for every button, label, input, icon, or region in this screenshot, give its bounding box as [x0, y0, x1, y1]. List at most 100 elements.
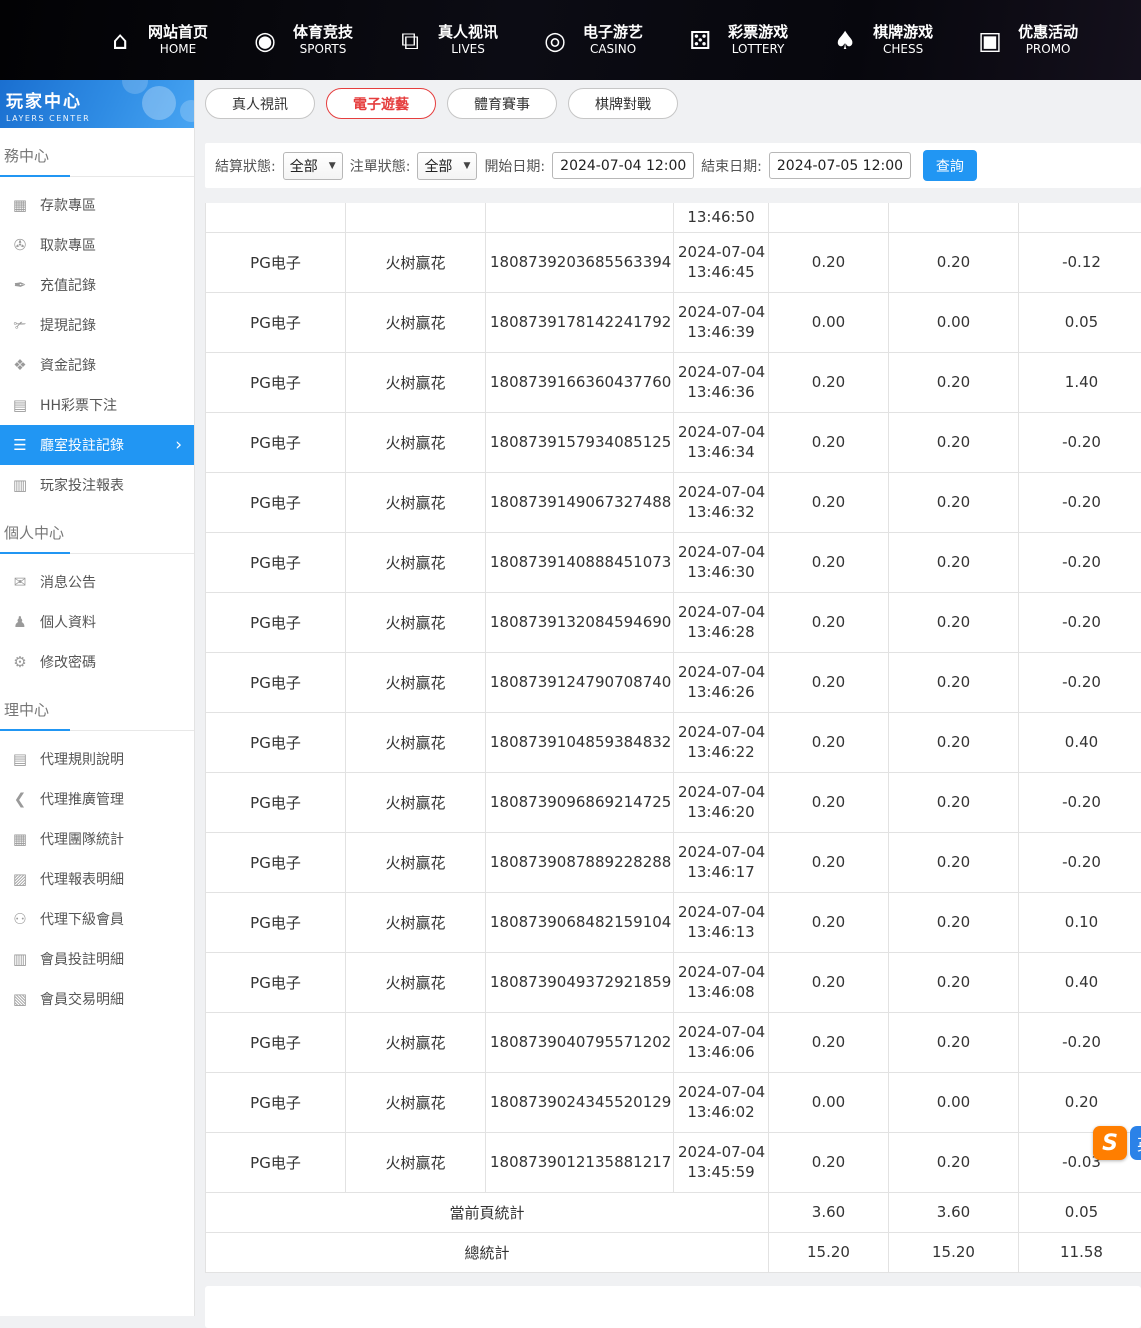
time-clock: 13:46:32 [678, 502, 764, 522]
nav-label: 网站首页 HOME [148, 25, 208, 55]
game-type-tab[interactable]: 棋牌對戰 [568, 88, 678, 119]
game-type-tab[interactable]: 電子遊藝 [326, 88, 436, 119]
table-row: PG电子 火树赢花 1808739012135881217 2024-07-04… [206, 1132, 1141, 1192]
platform-cell: PG电子 [206, 532, 346, 592]
sidebar-item-label: 提現記錄 [40, 315, 96, 335]
nav-item[interactable]: ⌂ 网站首页 HOME [84, 0, 229, 80]
time-cell: 2024-07-04 13:46:06 [674, 1012, 769, 1072]
time-date: 2024-07-04 [678, 602, 764, 622]
valid-bet-cell: 0.20 [889, 712, 1019, 772]
win-loss-cell: -0.20 [1019, 832, 1141, 892]
bet-amount-cell: 0.20 [769, 652, 889, 712]
page-total-label: 當前頁統計 [206, 1192, 769, 1232]
sidebar-item[interactable]: ✃ 提現記錄 › [0, 305, 194, 345]
sidebar-item-label: 會員交易明細 [40, 989, 124, 1009]
sidebar-item[interactable]: ❮ 代理推廣管理 › [0, 779, 194, 819]
grand-total-win: 11.58 [1019, 1232, 1141, 1272]
order-no-cell: 1808739087889228288 [486, 832, 674, 892]
platform-cell: PG电子 [206, 592, 346, 652]
member-transaction-icon: ▧ [10, 992, 30, 1007]
sidebar-item[interactable]: ▦ 存款專區 › [0, 185, 194, 225]
time-clock: 13:46:08 [678, 982, 764, 1002]
time-cell: 2024-07-04 13:45:59 [674, 1132, 769, 1192]
time-clock: 13:46:20 [678, 802, 764, 822]
search-button[interactable]: 查詢 [923, 150, 977, 181]
sidebar-item[interactable]: ▧ 會員交易明細 › [0, 979, 194, 1019]
nav-label-en: LIVES [451, 43, 485, 55]
bet-amount-cell: 0.20 [769, 532, 889, 592]
platform-cell: PG电子 [206, 892, 346, 952]
ime-language-toggle[interactable]: 英 [1130, 1126, 1141, 1160]
order-no-cell: 1808739149067327488 [486, 472, 674, 532]
platform-cell: PG电子 [206, 352, 346, 412]
time-date: 2024-07-04 [678, 482, 764, 502]
time-date: 2024-07-04 [678, 662, 764, 682]
order-status-select[interactable]: 全部 ▼ [417, 152, 477, 180]
time-cell: 2024-07-04 13:46:02 [674, 1072, 769, 1132]
order-no-cell: 1808739104859384832 [486, 712, 674, 772]
agent-promotion-icon: ❮ [10, 792, 30, 807]
nav-label-en: CASINO [590, 43, 636, 55]
finance-menu: ▦ 存款專區 › ✇ 取款專區 › ✒ 充值記錄 › ✃ 提現記錄 › ❖ 資金… [0, 177, 194, 505]
sidebar-item[interactable]: ✉ 消息公告 › [0, 562, 194, 602]
sidebar-item[interactable]: ▥ 會員投註明細 › [0, 939, 194, 979]
game-type-tab[interactable]: 體育賽事 [447, 88, 557, 119]
sidebar-item-label: 代理推廣管理 [40, 789, 124, 809]
sidebar-item[interactable]: ✇ 取款專區 › [0, 225, 194, 265]
valid-bet-cell: 0.20 [889, 772, 1019, 832]
sidebar-item[interactable]: ▦ 代理團隊統計 › [0, 819, 194, 859]
section-title-personal-text: 個人中心 [4, 524, 64, 542]
win-loss-cell: -0.20 [1019, 472, 1141, 532]
sogou-ime-widget[interactable]: S 英 [1093, 1126, 1141, 1160]
nav-label-zh: 体育竞技 [293, 25, 353, 40]
valid-bet-cell: 0.20 [889, 412, 1019, 472]
sidebar-item[interactable]: ❖ 資金記錄 › [0, 345, 194, 385]
start-date-input[interactable] [552, 152, 694, 179]
sidebar-item-label: 修改密碼 [40, 652, 96, 672]
change-password-icon: ⚙ [10, 655, 30, 670]
personal-menu: ✉ 消息公告 › ♟ 個人資料 › ⚙ 修改密碼 › [0, 554, 194, 682]
sidebar-item[interactable]: ▤ HH彩票下注 › [0, 385, 194, 425]
section-title-personal: 個人中心 [0, 505, 194, 554]
sidebar-item[interactable]: ♟ 個人資料 › [0, 602, 194, 642]
time-cell: 2024-07-04 13:46:28 [674, 592, 769, 652]
time-date: 2024-07-04 [678, 242, 764, 262]
win-loss-cell [1019, 203, 1141, 232]
nav-item[interactable]: ♠ 棋牌游戏 CHESS [809, 0, 954, 80]
time-clock: 13:46:22 [678, 742, 764, 762]
sidebar-item[interactable]: ▥ 玩家投注報表 › [0, 465, 194, 505]
sidebar-item-label: 充值記錄 [40, 275, 96, 295]
time-clock: 13:46:13 [678, 922, 764, 942]
nav-item[interactable]: ▣ 优惠活动 PROMO [954, 0, 1099, 80]
sidebar-item[interactable]: ☰ 廳室投註記錄 › [0, 425, 194, 465]
nav-item[interactable]: ⚄ 彩票游戏 LOTTERY [664, 0, 809, 80]
sidebar-item[interactable]: ▨ 代理報表明細 › [0, 859, 194, 899]
grand-total-row: 總統計 15.20 15.20 11.58 [206, 1232, 1141, 1272]
bet-amount-cell: 0.20 [769, 232, 889, 292]
settle-status-select[interactable]: 全部 ▼ [283, 152, 343, 180]
win-loss-cell: -0.20 [1019, 592, 1141, 652]
sidebar-item[interactable]: ⚇ 代理下級會員 › [0, 899, 194, 939]
nav-item[interactable]: ◎ 电子游艺 CASINO [519, 0, 664, 80]
sidebar-item[interactable]: ✒ 充值記錄 › [0, 265, 194, 305]
game-type-tab[interactable]: 真人視訊 [205, 88, 315, 119]
sidebar-item-label: 取款專區 [40, 235, 96, 255]
time-clock: 13:46:30 [678, 562, 764, 582]
nav-label-zh: 优惠活动 [1018, 25, 1078, 40]
time-clock: 13:46:45 [678, 262, 764, 282]
nav-item[interactable]: ◉ 体育竞技 SPORTS [229, 0, 374, 80]
game-cell: 火树赢花 [346, 892, 486, 952]
platform-cell: PG电子 [206, 1132, 346, 1192]
platform-cell: PG电子 [206, 772, 346, 832]
sidebar-item[interactable]: ▤ 代理規則說明 › [0, 739, 194, 779]
settle-status-value: 全部 [290, 156, 318, 176]
nav-item[interactable]: ⧉ 真人视讯 LIVES [374, 0, 519, 80]
time-date: 2024-07-04 [678, 542, 764, 562]
end-date-input[interactable] [769, 152, 911, 179]
bet-amount-cell: 0.20 [769, 772, 889, 832]
sogou-logo-icon[interactable]: S [1093, 1126, 1127, 1160]
sidebar-item[interactable]: ⚙ 修改密碼 › [0, 642, 194, 682]
filter-bar: 結算狀態: 全部 ▼ 注單狀態: 全部 ▼ 開始日期: 結束日期: 查詢 [205, 143, 1141, 188]
win-loss-cell: 1.40 [1019, 352, 1141, 412]
time-clock: 13:46:34 [678, 442, 764, 462]
